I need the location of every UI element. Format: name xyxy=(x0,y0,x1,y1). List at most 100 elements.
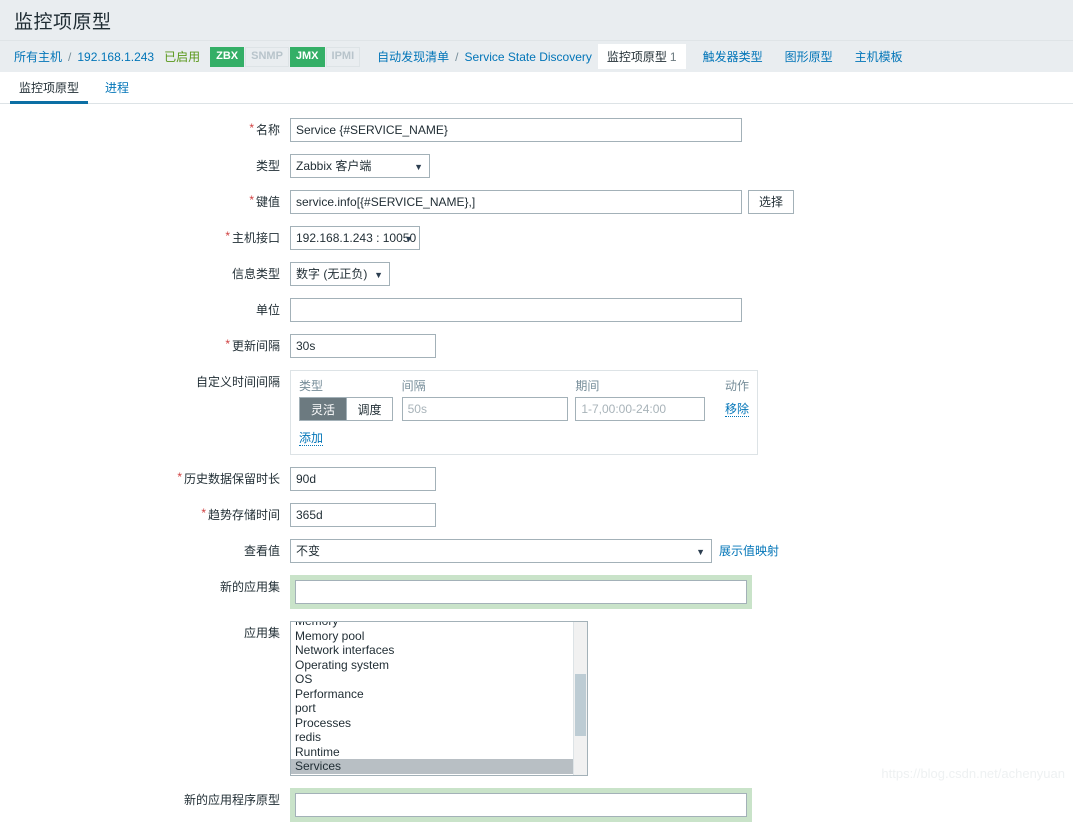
tab-bar: 监控项原型 进程 xyxy=(0,72,1073,104)
page-title: 监控项原型 xyxy=(14,11,112,33)
label-info-type: 信息类型 xyxy=(231,267,280,281)
custom-intervals-add-wrap: 添加 xyxy=(299,421,749,446)
breadcrumb-separator-1: / xyxy=(68,49,72,64)
type-select[interactable]: Zabbix 客户端 xyxy=(290,154,430,179)
breadcrumb-all-hosts[interactable]: 所有主机 xyxy=(14,48,62,65)
form-row-units: 单位 xyxy=(0,298,1073,322)
show-value-mappings-link[interactable]: 展示值映射 xyxy=(719,539,779,563)
form-row-new-application-prototype: 新的应用程序原型 xyxy=(0,788,1073,822)
tab-preprocessing[interactable]: 进程 xyxy=(96,79,138,103)
application-set-list: Memory Memory pool Network interfaces Op… xyxy=(291,622,573,775)
entity-tab-item-prototypes-count: 1 xyxy=(669,50,677,64)
form-row-name: * 名称 xyxy=(0,118,1073,142)
custom-interval-period-cell xyxy=(575,397,709,421)
label-update-interval-text: 更新间隔 xyxy=(231,339,280,353)
custom-interval-value-cell xyxy=(401,397,576,421)
new-application-set-input[interactable] xyxy=(295,580,747,604)
label-history-text: 历史数据保留时长 xyxy=(183,472,280,486)
key-select-button[interactable]: 选择 xyxy=(748,190,795,214)
label-units: 单位 xyxy=(255,303,280,317)
breadcrumb-discovery-list[interactable]: 自动发现清单 xyxy=(377,48,449,65)
list-item[interactable]: Processes xyxy=(291,716,573,731)
custom-interval-action-cell: 移除 xyxy=(710,402,749,417)
custom-interval-remove-link[interactable]: 移除 xyxy=(724,402,749,417)
history-input[interactable] xyxy=(290,467,436,491)
custom-intervals-table: 类型 间隔 期间 动作 灵活 调度 50s 1-7,00:00-24:00 移除… xyxy=(290,370,758,455)
interface-availability-group: ZBX SNMP JMX IPMI xyxy=(210,46,361,67)
update-interval-input[interactable] xyxy=(290,334,436,358)
custom-interval-add-link[interactable]: 添加 xyxy=(299,431,324,446)
entity-tab-host-prototypes[interactable]: 主机模板 xyxy=(846,44,912,69)
custom-interval-input[interactable] xyxy=(401,397,568,421)
label-new-application-set: 新的应用集 xyxy=(219,580,280,594)
host-status-enabled[interactable]: 已启用 xyxy=(164,48,200,65)
list-item[interactable]: port xyxy=(291,701,573,716)
label-custom-intervals: 自定义时间间隔 xyxy=(195,375,280,389)
interface-badge-jmx: JMX xyxy=(289,46,325,67)
interval-type-flexible[interactable]: 灵活 xyxy=(300,398,346,420)
new-application-prototype-input[interactable] xyxy=(295,793,747,817)
control-update-interval xyxy=(290,334,436,358)
breadcrumb-separator-2: / xyxy=(455,49,459,64)
list-item[interactable]: Memory pool xyxy=(291,629,573,644)
control-view-value: 不变 展示值映射 xyxy=(290,539,779,564)
breadcrumb-discovery-rule[interactable]: Service State Discovery xyxy=(465,50,592,64)
list-item[interactable]: Operating system xyxy=(291,658,573,673)
application-set-scrollbar[interactable] xyxy=(573,622,587,775)
application-set-list-inner: Memory Memory pool Network interfaces Op… xyxy=(291,622,573,774)
required-marker: * xyxy=(249,193,254,207)
info-type-select[interactable]: 数字 (无正负) xyxy=(290,262,390,287)
application-set-listbox[interactable]: Memory Memory pool Network interfaces Op… xyxy=(290,621,588,776)
list-item[interactable]: Network interfaces xyxy=(291,643,573,658)
required-marker: * xyxy=(249,121,254,135)
label-host-interface: * 主机接口 xyxy=(0,226,290,250)
label-host-interface-text: 主机接口 xyxy=(231,231,280,245)
form-row-update-interval: * 更新间隔 xyxy=(0,334,1073,358)
label-trends-text: 趋势存储时间 xyxy=(207,508,280,522)
entity-tab-graph-prototypes[interactable]: 图形原型 xyxy=(776,44,842,69)
label-key: * 键值 xyxy=(0,190,290,214)
name-input[interactable] xyxy=(290,118,742,142)
list-item[interactable]: Performance xyxy=(291,687,573,702)
list-item-selected[interactable]: Services xyxy=(291,759,573,774)
entity-tab-trigger-prototypes[interactable]: 触发器类型 xyxy=(694,44,772,69)
view-value-select[interactable]: 不变 xyxy=(290,539,712,564)
breadcrumb: 所有主机 / 192.168.1.243 已启用 ZBX SNMP JMX IP… xyxy=(0,40,1073,72)
watermark: https://blog.csdn.net/achenyuan xyxy=(881,766,1065,781)
application-set-scrollbar-thumb[interactable] xyxy=(575,674,586,736)
interval-type-scheduling[interactable]: 调度 xyxy=(346,398,392,420)
label-type: 类型 xyxy=(255,159,280,173)
control-custom-intervals: 类型 间隔 期间 动作 灵活 调度 50s 1-7,00:00-24:00 移除… xyxy=(290,370,758,455)
new-application-prototype-highlight xyxy=(290,788,752,822)
units-input[interactable] xyxy=(290,298,742,322)
form-row-key: *键值 选择 xyxy=(0,190,1073,214)
list-item[interactable]: Runtime xyxy=(291,745,573,760)
control-type: Zabbix 客户端 xyxy=(290,154,430,179)
list-item[interactable]: OS xyxy=(291,672,573,687)
interface-badge-snmp: SNMP xyxy=(245,46,289,67)
item-prototype-form: *名称 类型 Zabbix 客户端 *键值 选择 *主机接口 192.168.1… xyxy=(0,104,1073,822)
host-interface-select[interactable]: 192.168.1.243 : 10050 xyxy=(290,226,420,251)
trends-input[interactable] xyxy=(290,503,436,527)
form-row-type: 类型 Zabbix 客户端 xyxy=(0,154,1073,179)
label-name-text: 名称 xyxy=(255,123,280,137)
entity-tab-item-prototypes: 监控项原型 1 xyxy=(597,44,686,69)
control-key: 选择 xyxy=(290,190,795,214)
label-history: * 历史数据保留时长 xyxy=(0,467,290,491)
required-marker: * xyxy=(177,470,182,484)
label-key-text: 键值 xyxy=(255,195,280,209)
form-row-application-set: 应用集 Memory Memory pool Network interface… xyxy=(0,621,1073,776)
required-marker: * xyxy=(225,229,230,243)
breadcrumb-host[interactable]: 192.168.1.243 xyxy=(77,50,154,64)
form-row-history: * 历史数据保留时长 xyxy=(0,467,1073,491)
key-input[interactable] xyxy=(290,190,742,214)
tab-item-prototype[interactable]: 监控项原型 xyxy=(10,79,89,104)
label-view-value: 查看值 xyxy=(243,544,280,558)
column-header-interval: 间隔 xyxy=(401,379,426,393)
custom-period-input[interactable] xyxy=(575,397,706,421)
control-info-type: 数字 (无正负) xyxy=(290,262,390,287)
required-marker: * xyxy=(201,506,206,520)
interval-type-segmented: 灵活 调度 xyxy=(299,397,393,421)
page-header: 监控项原型 xyxy=(0,0,1073,40)
list-item[interactable]: redis xyxy=(291,730,573,745)
